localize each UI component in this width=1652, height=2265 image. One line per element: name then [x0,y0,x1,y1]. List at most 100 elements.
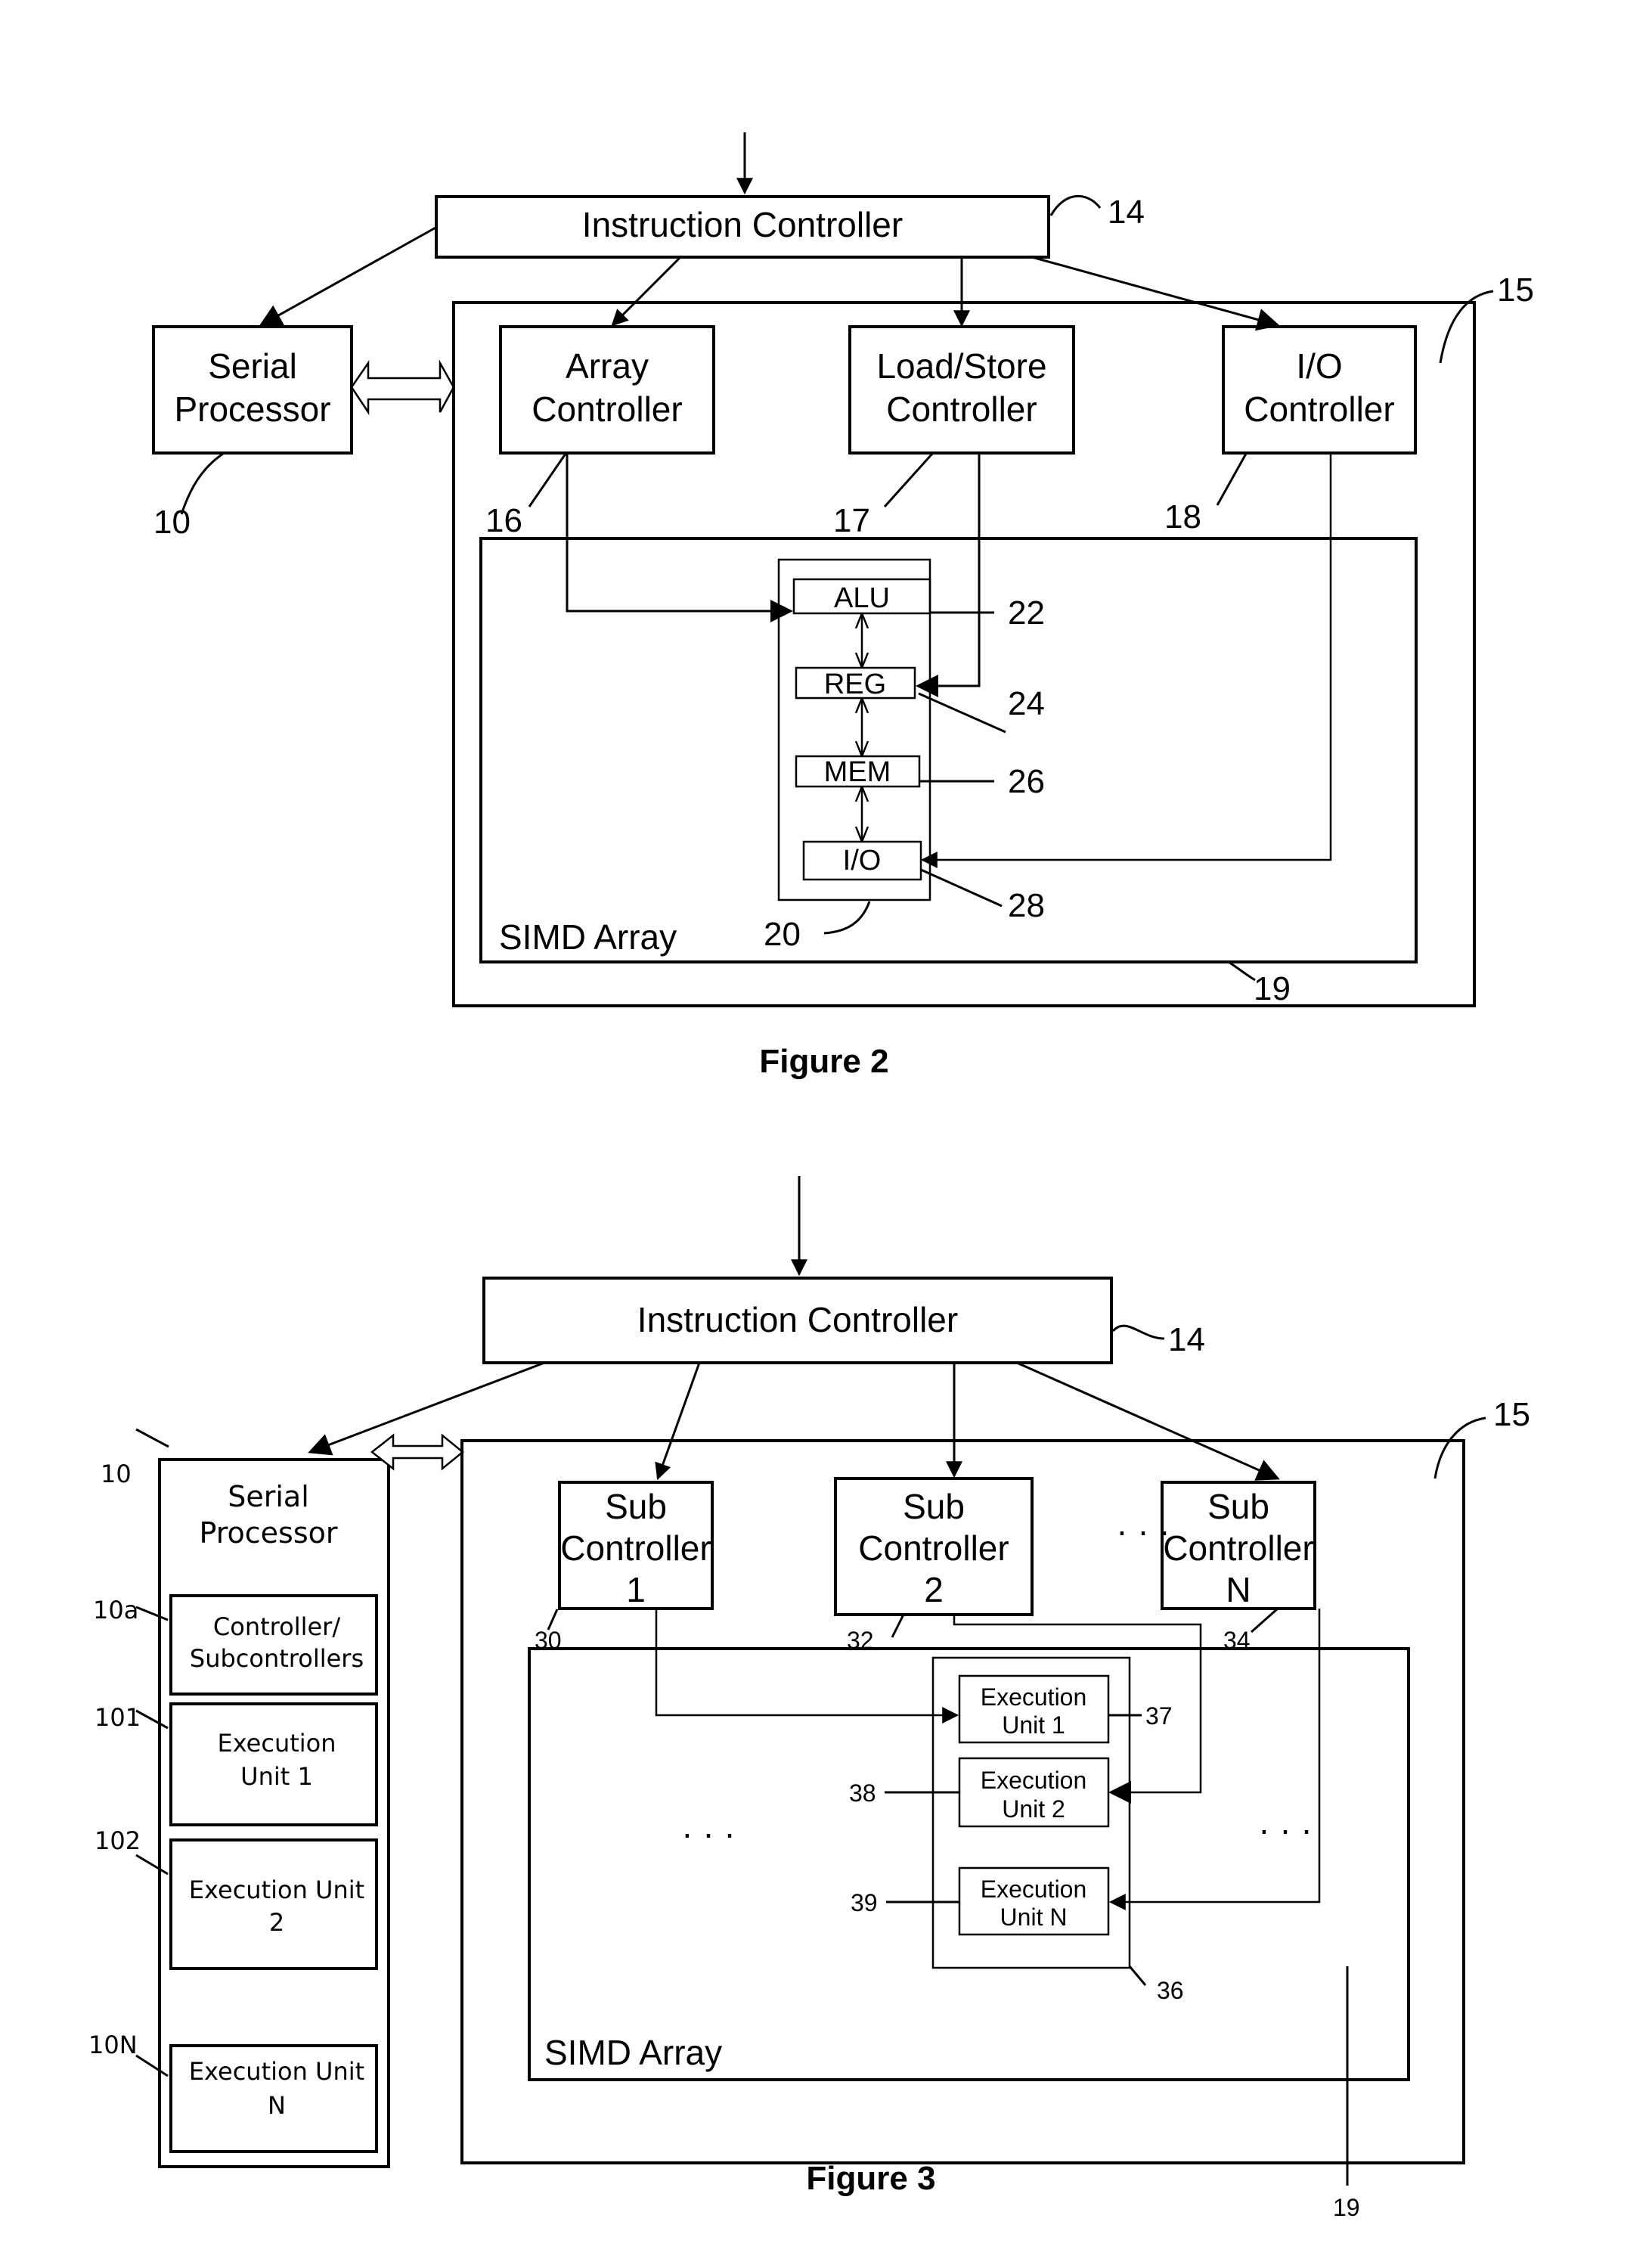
serial-processor-line2: Processor [174,389,330,429]
line-sub1-to-eu1 [655,1609,959,1724]
ref-102: 102 [95,1826,141,1855]
ref-36: 36 [1157,1977,1184,2004]
leader-10a [135,1606,169,1621]
arrow-ic-to-serial-fig3 [308,1361,545,1456]
serial-processor-line2-fig3: Processor [199,1516,337,1550]
ref-26: 26 [1008,763,1045,800]
arrow-ic-to-array [611,256,682,327]
pe-execution-unit-n-line2: Unit N [1000,1904,1068,1931]
ref-101: 101 [95,1703,141,1732]
ref-10a: 10a [93,1596,138,1624]
figure-2: Instruction Controller 14 Serial Process… [152,132,1534,1080]
leader-20 [823,901,871,935]
instruction-controller-label-fig3: Instruction Controller [637,1300,958,1339]
sub-controller-n-line1: Sub [1207,1487,1269,1526]
instruction-controller-label: Instruction Controller [582,205,903,244]
sub-controller-1-line3: 1 [626,1570,646,1609]
array-controller-line1: Array [566,346,649,386]
leader-102 [135,1854,169,1876]
sub-controller-n-line2: Controller [1163,1528,1313,1568]
ref-14-fig3: 14 [1168,1321,1205,1358]
leader-10n [135,2054,169,2077]
load-store-controller-line2: Controller [886,389,1037,429]
load-store-controller-box: Load/Store Controller [848,325,1075,455]
ref-39: 39 [851,1889,878,1916]
ref-16: 16 [485,502,522,539]
serial-processor-box: Serial Processor [152,325,353,455]
serial-execution-unit-1-box: Execution Unit 1 [169,1702,378,1826]
serial-execution-unit-2-box: Execution Unit 2 [169,1838,378,1970]
leader-10-fig3 [135,1428,169,1448]
mem-label: MEM [824,756,891,788]
pe-execution-unit-2-box: Execution Unit 2 [958,1757,1110,1828]
ref-15-fig3: 15 [1493,1396,1530,1433]
ref-38: 38 [849,1779,876,1807]
sub-controller-2-line1: Sub [903,1487,965,1526]
ref-37: 37 [1145,1702,1173,1730]
leader-18 [1216,453,1248,506]
serial-execution-unit-n-line2: N [268,2091,286,2120]
line-io-to-iounit [920,454,1332,868]
figure-3: Instruction Controller 14 Serial Process… [88,1176,1530,2221]
serial-execution-unit-1-line2: Unit 1 [240,1762,313,1791]
ref-24: 24 [1008,685,1045,722]
io-unit-label: I/O [843,845,882,877]
sub-controller-1-box: Sub Controller 1 [558,1481,714,1610]
ref-15: 15 [1497,271,1534,309]
sub-controller-2-line2: Controller [858,1528,1009,1568]
simd-array-label-fig3: SIMD Array [544,2033,722,2072]
ref-17: 17 [833,502,870,539]
serial-execution-unit-n-line1: Execution Unit [189,2057,364,2086]
controller-subcontrollers-line1: Controller/ [213,1612,340,1641]
array-controller-line2: Controller [532,389,682,429]
pe-execution-unit-n-box: Execution Unit N [958,1866,1110,1936]
io-controller-line2: Controller [1244,389,1394,429]
arrow-ic-to-sub1 [655,1362,701,1481]
ref-14: 14 [1108,194,1145,231]
ref-19: 19 [1254,970,1291,1007]
sub-controller-2-line3: 2 [924,1570,944,1609]
line-loadstore-to-reg [916,454,981,697]
patent-drawing-sheet: Instruction Controller 14 Serial Process… [88,132,1534,2221]
ref-22: 22 [1008,594,1045,631]
sub-controller-1-line1: Sub [605,1487,667,1526]
simd-array-box-fig3 [528,1647,1410,2081]
instruction-controller-box: Instruction Controller [435,195,1050,259]
io-controller-box: I/O Controller [1222,325,1417,455]
leader-17 [883,452,934,508]
ref-18: 18 [1164,498,1201,535]
ref-10n: 10N [88,2031,138,2059]
serial-processor-line1-fig3: Serial [228,1480,309,1513]
io-controller-line1: I/O [1296,346,1342,386]
arrow-ic-to-io [1031,256,1280,331]
pe-execution-unit-1-box: Execution Unit 1 [958,1674,1110,1744]
leader-15-fig3 [1433,1416,1486,1479]
pe-execution-unit-2-line1: Execution [981,1767,1087,1794]
reg-label: REG [824,669,886,700]
simd-ellipsis-right: · · · [1258,1810,1313,1849]
sub-controller-n-box: Sub Controller N [1161,1481,1316,1610]
line-subn-to-eun [1108,1609,1321,1910]
leader-16 [528,453,567,507]
serial-processor-line1: Serial [208,346,297,386]
serial-execution-unit-n-box: Execution Unit N [169,2044,378,2153]
instruction-controller-box-fig3: Instruction Controller [482,1277,1113,1364]
sub-controller-n-line3: N [1226,1570,1251,1609]
leader-101 [135,1709,169,1730]
ref-10-fig3: 10 [101,1460,132,1488]
simd-ellipsis-left: · · · [681,1814,736,1853]
ref-28: 28 [1008,887,1045,924]
pe-execution-unit-1-line2: Unit 1 [1002,1711,1065,1739]
bidirectional-arrow-fig3 [370,1433,464,1471]
line-array-to-alu [566,454,793,622]
leader-28 [920,868,1003,908]
serial-execution-unit-2-line2: 2 [269,1908,284,1937]
array-controller-box: Array Controller [499,325,715,455]
bidirectional-arrow [350,359,455,416]
leader-14-fig3 [1111,1324,1165,1340]
leader-36 [1128,1966,1147,1986]
alu-label: ALU [834,582,890,614]
pe-execution-unit-1-line1: Execution [981,1683,1087,1711]
ref-20: 20 [764,916,801,953]
leader-24 [918,692,1006,734]
